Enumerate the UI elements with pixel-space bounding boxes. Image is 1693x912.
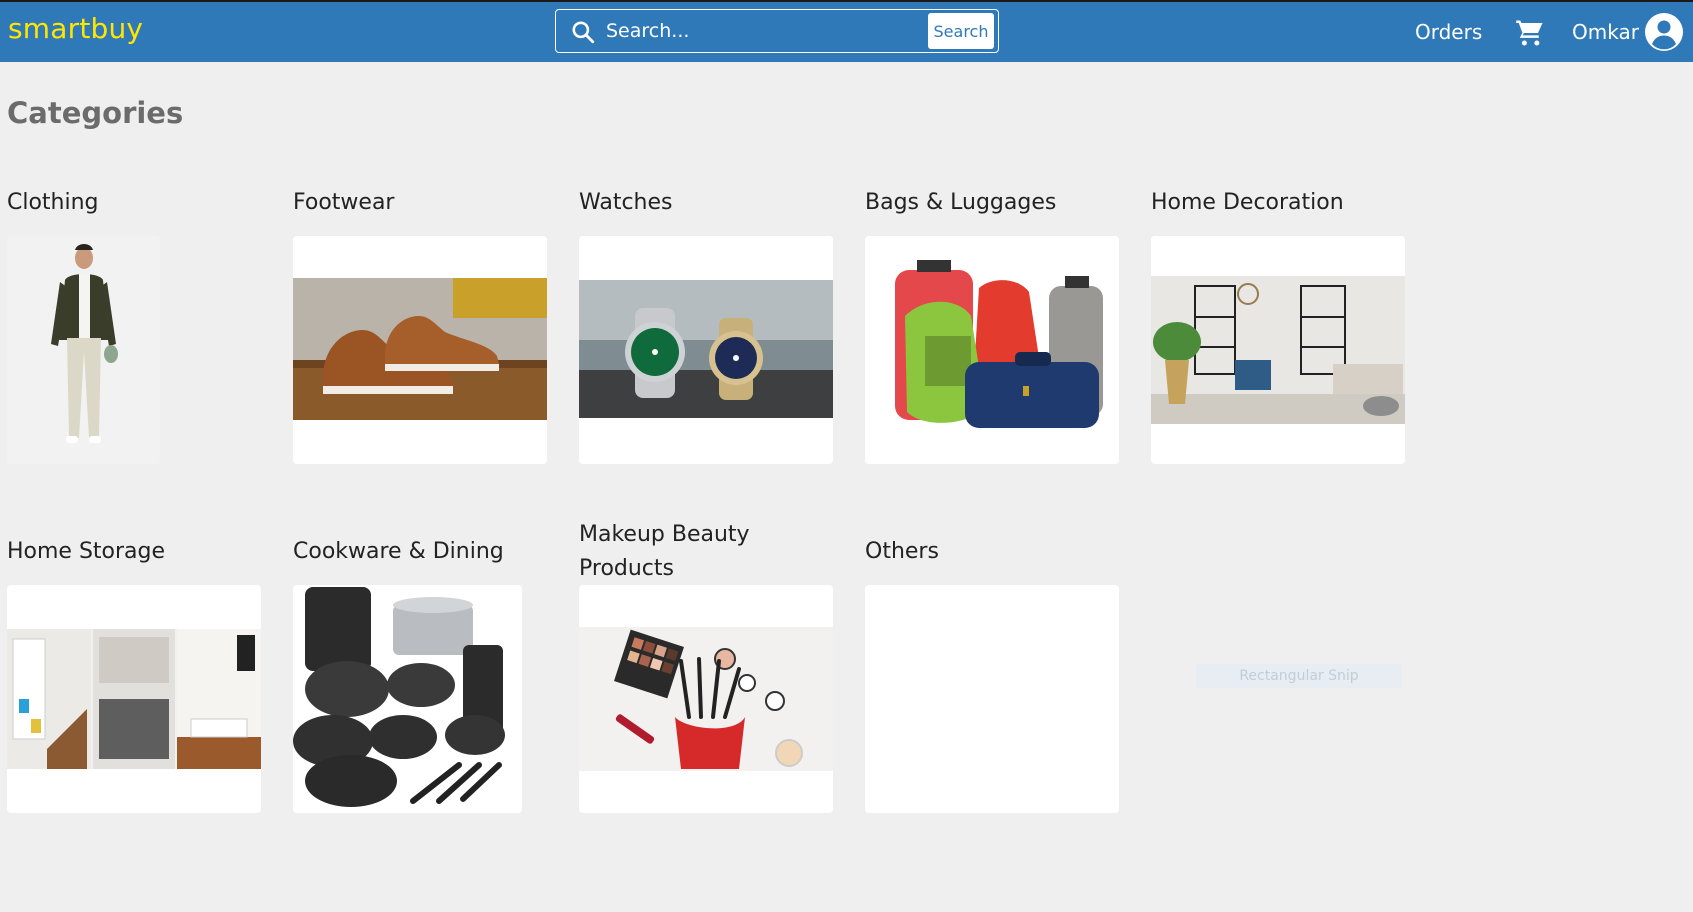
category-card-clothing[interactable] (7, 236, 160, 464)
category-card-watches[interactable] (579, 236, 833, 464)
watches-image (579, 280, 833, 418)
cookware-dining-image (293, 585, 522, 813)
category-label-clothing[interactable]: Clothing (7, 186, 99, 220)
user-name[interactable]: Omkar (1572, 20, 1639, 44)
user-avatar-icon[interactable] (1645, 13, 1683, 51)
page-title: Categories (7, 96, 184, 130)
home-decoration-image (1151, 276, 1405, 424)
category-card-others[interactable] (865, 585, 1119, 813)
category-label-watches[interactable]: Watches (579, 186, 673, 220)
category-label-home-storage[interactable]: Home Storage (7, 535, 165, 569)
category-label-others[interactable]: Others (865, 535, 939, 569)
bags-luggages-image (865, 236, 1119, 464)
shopping-cart-icon[interactable] (1515, 18, 1545, 48)
category-card-cookware-dining[interactable] (293, 585, 522, 813)
clothing-image (7, 236, 160, 464)
category-card-makeup-beauty[interactable] (579, 585, 833, 813)
logo[interactable]: smartbuy (8, 12, 143, 45)
search-bar: Search (555, 9, 999, 53)
category-label-footwear[interactable]: Footwear (293, 186, 394, 220)
category-label-home-decoration[interactable]: Home Decoration (1151, 186, 1344, 220)
rectangular-snip-overlay: Rectangular Snip (1196, 664, 1402, 688)
category-card-home-storage[interactable] (7, 585, 261, 813)
category-card-bags-luggages[interactable] (865, 236, 1119, 464)
category-label-bags-luggages[interactable]: Bags & Luggages (865, 186, 1056, 220)
orders-link[interactable]: Orders (1415, 20, 1482, 44)
search-button[interactable]: Search (928, 13, 994, 49)
category-label-cookware-dining[interactable]: Cookware & Dining (293, 535, 504, 569)
footwear-image (293, 278, 547, 420)
category-card-footwear[interactable] (293, 236, 547, 464)
search-icon (572, 21, 595, 44)
home-storage-image (7, 629, 261, 769)
category-label-makeup-beauty[interactable]: Makeup Beauty Products (579, 518, 799, 586)
makeup-beauty-image (579, 627, 833, 771)
search-input[interactable] (606, 17, 876, 45)
category-card-home-decoration[interactable] (1151, 236, 1405, 464)
top-navbar: smartbuy Search Orders Omkar (0, 0, 1693, 62)
